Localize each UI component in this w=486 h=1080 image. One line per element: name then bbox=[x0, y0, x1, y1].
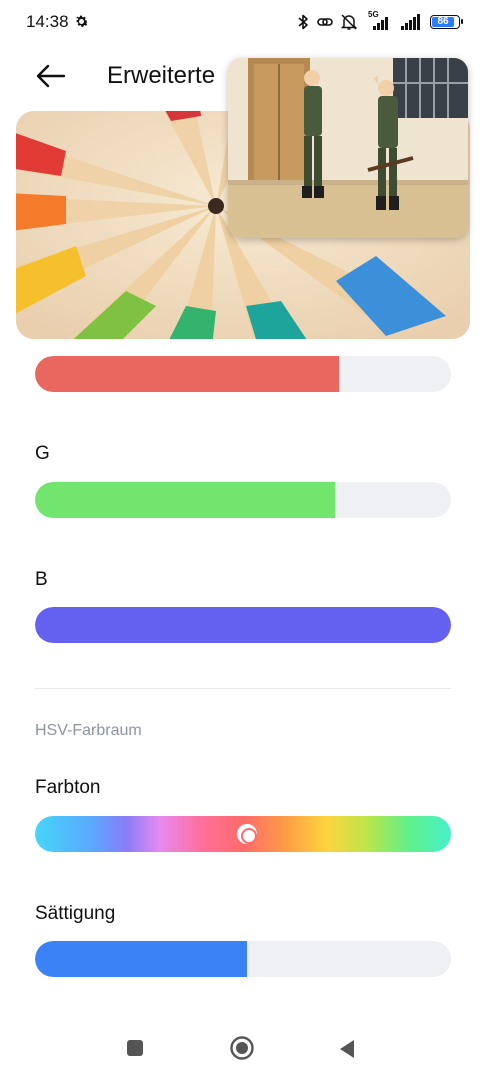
link-icon bbox=[317, 18, 333, 26]
video-frame-image bbox=[228, 58, 468, 238]
r-slider-fill bbox=[35, 356, 339, 392]
bell-muted-icon bbox=[341, 14, 357, 30]
b-slider-fill bbox=[35, 607, 451, 643]
recent-apps-button[interactable] bbox=[125, 1038, 145, 1058]
status-time: 14:38 bbox=[26, 12, 69, 31]
back-arrow-icon[interactable] bbox=[30, 58, 70, 94]
b-slider[interactable] bbox=[35, 607, 451, 643]
settings-gear-icon bbox=[76, 15, 89, 27]
network-label: 5G bbox=[368, 10, 379, 19]
b-label: B bbox=[35, 569, 48, 590]
status-bar: 14:38 86 5G bbox=[0, 0, 486, 46]
hsv-section-title: HSV-Farbraum bbox=[35, 722, 142, 739]
saturation-slider-fill bbox=[35, 941, 248, 977]
battery-level: 86 bbox=[437, 16, 449, 27]
g-slider[interactable] bbox=[35, 482, 451, 518]
home-button[interactable] bbox=[229, 1035, 255, 1061]
battery-icon: 86 bbox=[430, 15, 463, 29]
g-label: G bbox=[35, 443, 50, 464]
r-slider[interactable] bbox=[35, 356, 451, 392]
section-divider bbox=[35, 688, 451, 689]
page-title: Erweiterte bbox=[107, 62, 216, 89]
navigation-bar bbox=[0, 1020, 486, 1080]
hue-slider[interactable] bbox=[35, 816, 451, 852]
hue-slider-thumb[interactable] bbox=[237, 824, 258, 844]
hue-thumb-ring bbox=[241, 828, 258, 844]
signal-icon bbox=[401, 14, 420, 30]
floating-video-window[interactable] bbox=[228, 58, 468, 238]
saturation-label: Sättigung bbox=[35, 903, 116, 924]
hue-label: Farbton bbox=[35, 777, 101, 798]
g-slider-fill bbox=[35, 482, 335, 518]
back-button[interactable] bbox=[337, 1038, 357, 1060]
bluetooth-icon bbox=[298, 14, 308, 30]
saturation-slider[interactable] bbox=[35, 941, 451, 977]
